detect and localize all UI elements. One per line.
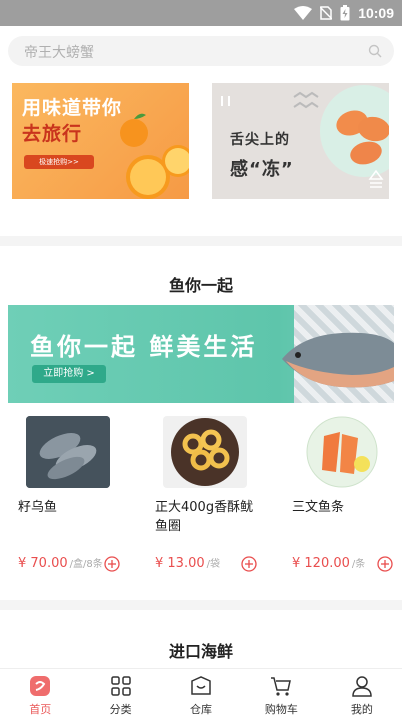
product-price: ¥ 13.00/袋 <box>155 555 220 571</box>
home-icon <box>30 676 51 696</box>
product-card[interactable]: 三文鱼条 ¥ 120.00/条 <box>292 412 402 582</box>
battery-charging-icon <box>340 5 350 21</box>
search-bar: 帝王大螃蟹 <box>0 26 402 76</box>
product-name: 正大400g香酥鱿鱼圈 <box>155 500 254 534</box>
section-divider <box>0 236 402 246</box>
user-icon <box>352 676 372 697</box>
search-placeholder: 帝王大螃蟹 <box>24 45 94 61</box>
bottom-nav: 首页 分类 仓库 购物车 我的 <box>0 668 402 719</box>
nav-item-cart[interactable]: 购物车 <box>241 669 321 719</box>
price-unit: /袋 <box>206 559 220 570</box>
status-time: 10:09 <box>358 5 394 21</box>
product-image <box>26 416 110 488</box>
add-to-cart-icon[interactable] <box>241 556 257 572</box>
orange-fruit-image <box>120 113 189 199</box>
section-divider <box>0 600 402 610</box>
search-input[interactable]: 帝王大螃蟹 <box>8 36 394 66</box>
section-title: 进口海鲜 <box>168 642 233 661</box>
rush-buy-button[interactable]: 极速抢购>> <box>24 155 94 169</box>
pause-marks-icon <box>221 96 230 106</box>
product-name: 籽乌鱼 <box>18 500 58 515</box>
status-icons: 10:09 <box>294 4 394 22</box>
price-unit: /条 <box>351 559 366 570</box>
cuttlefish-image <box>26 416 110 488</box>
squid-ring-image <box>171 418 239 486</box>
nav-item-warehouse[interactable]: 仓库 <box>161 669 241 719</box>
wifi-icon <box>294 6 313 20</box>
fish-banner-title: 鱼你一起 鲜美生活 <box>30 333 258 361</box>
banner-left-line2: 去旅行 <box>22 123 83 145</box>
price-value: ¥ 70.00 <box>18 556 68 571</box>
no-sim-icon <box>320 6 333 20</box>
fish-promo-banner[interactable]: 鱼你一起 鲜美生活 立即抢购 > <box>8 305 394 403</box>
banner-right-line1: 舌尖上的 <box>230 132 290 148</box>
section-title: 鱼你一起 <box>168 276 233 295</box>
product-name: 三文鱼条 <box>292 500 345 515</box>
nav-label: 仓库 <box>190 703 213 716</box>
buy-now-button[interactable]: 立即抢购 > <box>32 365 106 383</box>
nav-label: 我的 <box>350 703 373 716</box>
salmon-strip-image <box>306 416 378 488</box>
category-grid-icon <box>110 676 131 696</box>
warehouse-box-icon <box>191 676 211 695</box>
nav-item-mine[interactable]: 我的 <box>322 669 402 719</box>
salmon-fish-image <box>282 332 394 388</box>
cart-icon <box>271 677 292 696</box>
product-image <box>163 416 247 488</box>
nav-item-home[interactable]: 首页 <box>0 669 80 719</box>
product-price: ¥ 120.00/条 <box>292 555 365 571</box>
add-to-cart-icon[interactable] <box>104 556 120 572</box>
nav-item-category[interactable]: 分类 <box>80 669 160 719</box>
product-card[interactable]: 正大400g香酥鱿鱼圈 ¥ 13.00/袋 <box>155 412 285 582</box>
product-card[interactable]: 籽乌鱼 ¥ 70.00/盒/8条 <box>18 412 148 582</box>
travel-promo-banner[interactable]: 用味道带你 去旅行 极速抢购>> <box>12 83 189 199</box>
frozen-food-banner[interactable]: 舌尖上的 感“冻” <box>212 83 389 199</box>
status-bar: 10:09 <box>0 0 402 26</box>
nav-label: 购物车 <box>264 703 298 716</box>
product-price: ¥ 70.00/盒/8条 <box>18 555 103 571</box>
search-icon[interactable] <box>368 44 382 58</box>
add-to-cart-icon[interactable] <box>377 556 393 572</box>
price-unit: /盒/8条 <box>69 559 103 570</box>
banner-right-line2: 感“冻” <box>230 159 294 180</box>
stack-logo-icon <box>368 169 384 188</box>
nav-label: 首页 <box>29 703 52 716</box>
banner-left-line1: 用味道带你 <box>22 97 123 119</box>
nav-label: 分类 <box>109 703 132 716</box>
product-image <box>300 416 384 488</box>
price-value: ¥ 13.00 <box>155 556 205 571</box>
price-value: ¥ 120.00 <box>292 556 350 571</box>
